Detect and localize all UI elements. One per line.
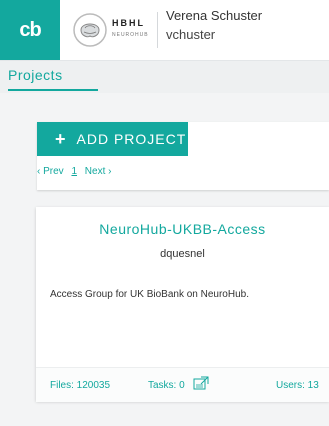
tab-active-indicator xyxy=(8,89,98,91)
add-project-button[interactable]: + ADD PROJECT xyxy=(37,122,188,156)
tab-projects[interactable]: Projects xyxy=(8,67,63,83)
users-count-link[interactable]: Users: 13 xyxy=(276,380,319,391)
brand-subtitle: NEUROHUB xyxy=(112,32,149,38)
next-page-link[interactable]: Next › xyxy=(85,166,112,177)
cb-logo[interactable]: cb xyxy=(0,0,60,60)
page-1-link[interactable]: 1 xyxy=(71,166,77,177)
project-title[interactable]: NeuroHub-UKBB-Access xyxy=(36,221,329,237)
project-owner: dquesnel xyxy=(160,248,205,260)
project-card-footer: Files: 120035 Tasks: 0 Users: 13 xyxy=(36,367,329,402)
project-card[interactable]: NeuroHub-UKBB-Access dquesnel Access Gro… xyxy=(36,207,329,402)
user-name[interactable]: Verena Schuster xyxy=(166,8,262,23)
brand-title: HBHL xyxy=(112,18,145,28)
hbhl-logo[interactable]: HBHL NEUROHUB xyxy=(72,12,152,48)
add-project-label: ADD PROJECT xyxy=(76,131,187,147)
user-login: vchuster xyxy=(166,27,216,42)
tasks-count-link[interactable]: Tasks: 0 xyxy=(148,380,185,391)
tab-bar: Projects xyxy=(0,61,329,93)
header-divider xyxy=(157,12,158,48)
prev-page-link[interactable]: ‹ Prev xyxy=(37,166,64,177)
top-header: cb HBHL NEUROHUB Verena Schuster vchuste… xyxy=(0,0,329,61)
pagination: ‹ Prev 1 Next › xyxy=(37,166,116,177)
plus-icon: + xyxy=(55,129,67,149)
project-description: Access Group for UK BioBank on NeuroHub. xyxy=(50,289,249,300)
files-count-link[interactable]: Files: 120035 xyxy=(50,380,110,391)
brain-icon xyxy=(73,13,107,47)
launch-task-icon[interactable] xyxy=(193,376,209,390)
